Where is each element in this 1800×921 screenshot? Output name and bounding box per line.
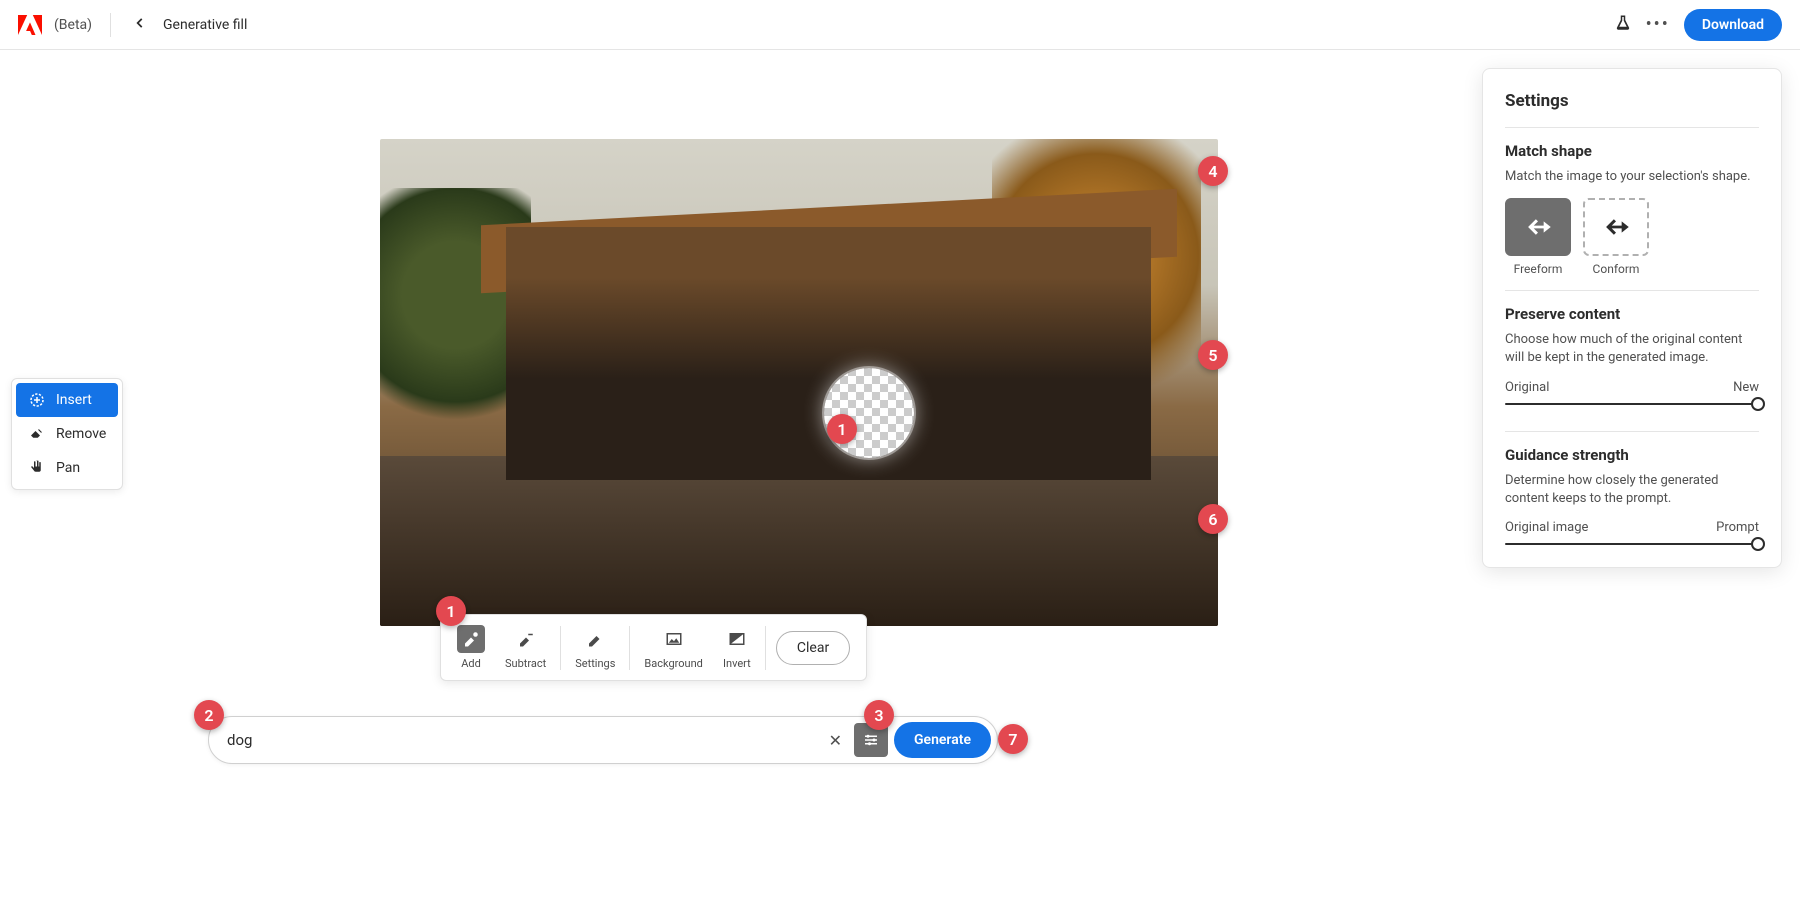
remove-mode-button[interactable]: Remove (16, 417, 118, 451)
background-label: Background (644, 657, 702, 670)
brush-add-button[interactable]: Add (447, 621, 495, 674)
guidance-desc: Determine how closely the generated cont… (1505, 472, 1759, 508)
annotation-badge-2: 2 (194, 700, 224, 730)
preserve-desc: Choose how much of the original content … (1505, 331, 1759, 367)
freeform-icon (1505, 198, 1571, 256)
generate-button[interactable]: Generate (894, 722, 991, 758)
download-button[interactable]: Download (1684, 9, 1782, 41)
brush-add-icon (457, 625, 485, 653)
brush-settings-button[interactable]: Settings (565, 621, 625, 674)
header-divider (110, 13, 111, 37)
pan-label: Pan (56, 460, 80, 476)
beta-label: (Beta) (54, 17, 92, 33)
page-title: Generative fill (163, 17, 247, 33)
conform-option[interactable]: Conform (1583, 198, 1649, 276)
more-menu-button[interactable]: ••• (1646, 14, 1670, 35)
header-right: ••• Download (1614, 9, 1782, 41)
clear-selection-button[interactable]: Clear (776, 631, 850, 665)
sliders-icon (862, 731, 880, 749)
chevron-left-icon (133, 16, 147, 30)
annotation-badge-6: 6 (1198, 504, 1228, 534)
remove-icon (28, 425, 46, 443)
match-shape-title: Match shape (1505, 142, 1759, 160)
settings-title: Settings (1505, 91, 1759, 111)
brush-subtract-button[interactable]: Subtract (495, 621, 556, 674)
conform-icon (1583, 198, 1649, 256)
select-background-button[interactable]: Background (634, 621, 712, 674)
guidance-left-label: Original image (1505, 520, 1588, 535)
labs-button[interactable] (1614, 14, 1632, 36)
background-icon (660, 625, 688, 653)
mode-toolbar: Insert Remove Pan (11, 378, 123, 490)
canvas-image (380, 139, 1218, 626)
ellipsis-icon: ••• (1646, 14, 1670, 35)
guidance-right-label: Prompt (1716, 520, 1759, 535)
brush-settings-icon (581, 625, 609, 653)
match-shape-options: Freeform Conform (1505, 198, 1759, 276)
brush-settings-label: Settings (575, 657, 615, 670)
preserve-title: Preserve content (1505, 305, 1759, 323)
guidance-title: Guidance strength (1505, 446, 1759, 464)
header-left: (Beta) Generative fill (18, 11, 247, 38)
insert-icon (28, 391, 46, 409)
preserve-left-label: Original (1505, 380, 1549, 395)
freeform-label: Freeform (1514, 262, 1563, 276)
brush-add-label: Add (461, 657, 481, 670)
guidance-slider-labels: Original image Prompt (1505, 520, 1759, 535)
guidance-slider-thumb[interactable] (1751, 537, 1765, 551)
conform-label: Conform (1593, 262, 1640, 276)
back-button[interactable] (129, 11, 151, 38)
prompt-input[interactable] (227, 731, 823, 749)
insert-mode-button[interactable]: Insert (16, 383, 118, 417)
annotation-badge-3: 3 (864, 700, 894, 730)
guidance-slider[interactable] (1505, 543, 1759, 545)
invert-selection-button[interactable]: Invert (713, 621, 761, 674)
preserve-right-label: New (1733, 380, 1759, 395)
pan-icon (28, 459, 46, 477)
match-shape-desc: Match the image to your selection's shap… (1505, 168, 1759, 186)
preserve-slider-thumb[interactable] (1751, 397, 1765, 411)
invert-label: Invert (723, 657, 751, 670)
flask-icon (1614, 14, 1632, 32)
preserve-slider-labels: Original New (1505, 380, 1759, 395)
brush-subtract-label: Subtract (505, 657, 546, 670)
selection-mask[interactable] (824, 368, 914, 458)
annotation-badge-5: 5 (1198, 340, 1228, 370)
pan-mode-button[interactable]: Pan (16, 451, 118, 485)
annotation-badge-4: 4 (1198, 156, 1228, 186)
app-header: (Beta) Generative fill ••• Download (0, 0, 1800, 50)
freeform-option[interactable]: Freeform (1505, 198, 1571, 276)
settings-panel: Settings Match shape Match the image to … (1482, 68, 1782, 568)
insert-label: Insert (56, 392, 92, 408)
brush-subtract-icon (512, 625, 540, 653)
invert-icon (723, 625, 751, 653)
adobe-logo-icon (18, 13, 42, 37)
annotation-badge-1a: 1 (827, 414, 857, 444)
close-icon: ✕ (829, 731, 842, 750)
annotation-badge-7: 7 (998, 724, 1028, 754)
preserve-slider[interactable] (1505, 403, 1759, 405)
annotation-badge-1b: 1 (436, 596, 466, 626)
brush-toolbar: Add Subtract Settings Background Invert (440, 614, 867, 681)
canvas[interactable] (380, 139, 1218, 626)
remove-label: Remove (56, 426, 106, 442)
clear-prompt-button[interactable]: ✕ (823, 725, 848, 756)
